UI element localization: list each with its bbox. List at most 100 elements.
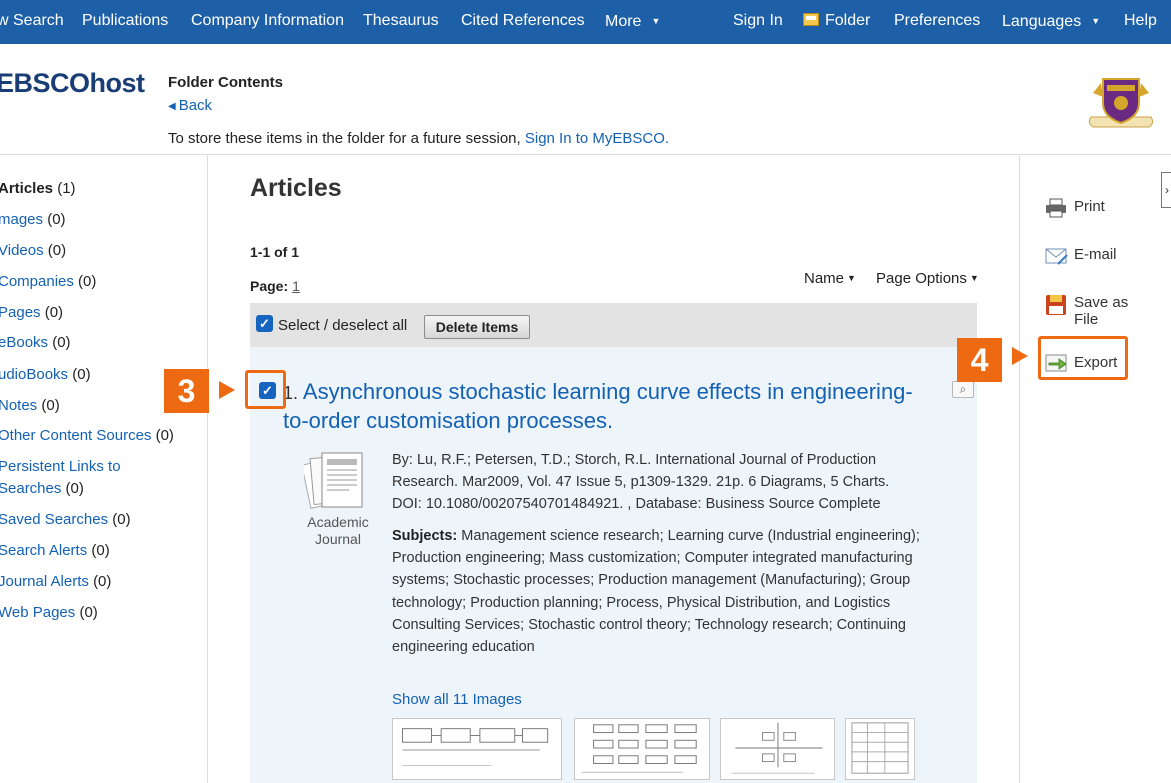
nav-folder-label: Folder [825,12,871,29]
sidebar-item-notes[interactable]: Notes (0) [0,395,60,417]
nav-more-label: More [605,13,642,30]
collapse-panel-icon[interactable]: › [1161,172,1171,208]
result-citation: By: Lu, R.F.; Petersen, T.D.; Storch, R.… [392,452,890,512]
sidebar-item-label: Pages [0,304,41,321]
result-subjects: Subjects: Management science research; L… [392,525,922,658]
section-heading: Articles [250,174,342,202]
sidebar-item-companies[interactable]: Companies (0) [0,271,96,293]
sidebar-item-label: udioBooks [0,366,69,383]
page-link[interactable]: 1 [292,278,300,294]
sidebar-item-web-pages[interactable]: Web Pages (0) [0,602,98,624]
nav-thesaurus[interactable]: Thesaurus [363,0,439,44]
top-navigation-bar: w Search Publications Company Informatio… [0,0,1171,44]
sidebar-item-label: eBooks [0,334,49,351]
subjects-text: Management science research; Learning cu… [392,528,920,656]
chevron-down-icon: ▼ [1091,16,1101,26]
sidebar-item-count: (0) [155,427,174,444]
nav-more[interactable]: More ▼ [605,0,660,44]
save-label-line1: Save as [1074,294,1129,311]
sidebar-divider [207,155,208,783]
image-thumbnail[interactable] [392,718,562,780]
sort-dropdown[interactable]: Name ▼ [804,270,856,287]
sidebar-item-count: (0) [44,304,64,321]
caret-down-icon: ▼ [969,273,979,283]
academic-journal-icon [304,452,363,509]
nav-company-information[interactable]: Company Information [191,0,344,44]
nav-languages[interactable]: Languages ▼ [1002,0,1100,44]
institution-crest-icon [1088,78,1154,128]
sidebar-item-label: Search Alerts [0,542,88,559]
nav-preferences[interactable]: Preferences [894,0,980,44]
sidebar-item-count: (1) [57,180,76,197]
sidebar-item-search-alerts[interactable]: Search Alerts (0) [0,540,110,562]
sidebar-item-count: (0) [41,397,60,414]
nav-help[interactable]: Help [1124,0,1157,44]
sidebar-item-label: Other Content Sources [0,427,152,444]
image-thumbnail[interactable] [574,718,710,780]
show-all-images-link[interactable]: Show all 11 Images [392,691,522,708]
print-tool[interactable]: Print [1045,198,1115,218]
nav-languages-label: Languages [1002,13,1082,30]
nav-new-search[interactable]: w Search [0,0,64,44]
sidebar-item-saved-searches[interactable]: Saved Searches (0) [0,509,131,531]
sidebar-item-ebooks[interactable]: eBooks (0) [0,332,71,354]
sidebar-item-count: (0) [72,366,91,383]
nav-sign-in[interactable]: Sign In [733,0,783,44]
image-thumbnail[interactable] [720,718,835,780]
tools-divider [1019,155,1020,783]
save-as-file-tool[interactable]: Save as File [1045,294,1135,330]
nav-folder[interactable]: Folder [803,0,870,44]
chevron-down-icon: ▼ [651,16,661,26]
step-4-badge: 4 [957,338,1002,382]
sidebar-item-label: mages [0,211,44,228]
preview-magnifier-icon[interactable]: ⌕ [952,381,974,398]
sidebar-item-label: Journal Alerts [0,573,89,590]
select-all-checkbox[interactable]: ✓ [256,315,273,332]
triangle-left-icon: ◀ [168,101,176,112]
page-options-dropdown[interactable]: Page Options ▼ [876,270,979,287]
sidebar-item-journal-alerts[interactable]: Journal Alerts (0) [0,571,111,593]
sidebar-item-videos[interactable]: Videos (0) [0,240,66,262]
email-tool[interactable]: E-mail [1045,246,1125,268]
select-all-label: Select / deselect all [278,317,408,334]
sidebar-item-label: Notes [0,397,38,414]
sidebar-item-label: Videos [0,242,44,259]
sidebar-item-persistent-links[interactable]: Persistent Links to [0,456,121,478]
store-note: To store these items in the folder for a… [168,130,669,147]
printer-icon [1046,198,1066,218]
sidebar-item-count: (0) [79,604,98,621]
step-4-arrow-icon [1012,347,1028,365]
header-divider [0,154,1171,155]
result-title-link[interactable]: Asynchronous stochastic learning curve e… [283,379,913,433]
step-4-highlight [1038,336,1128,380]
sort-label: Name [804,270,845,287]
subjects-label: Subjects: [392,528,458,544]
sidebar-item-articles[interactable]: Articles (1) [0,178,76,200]
email-icon [1045,248,1068,265]
sign-in-myebsco-link[interactable]: Sign In to MyEBSCO. [525,130,669,147]
step-3-badge: 3 [164,369,209,413]
nav-cited-references[interactable]: Cited References [461,0,585,44]
save-label-line2: File [1074,311,1099,328]
step-3-arrow-icon [219,381,235,399]
sidebar-item-count: (0) [65,480,84,497]
sidebar-item-other-content-sources[interactable]: Other Content Sources (0) [0,425,174,447]
ebscohost-logo[interactable]: EBSCOhost [0,68,145,99]
caret-down-icon: ▼ [847,273,856,283]
image-thumbnail[interactable] [845,718,915,780]
sidebar-item-label: Companies [0,273,74,290]
sidebar-item-images[interactable]: mages (0) [0,209,66,231]
nav-publications[interactable]: Publications [82,0,168,44]
email-label: E-mail [1074,246,1117,263]
page-title: Folder Contents [168,74,283,91]
back-link[interactable]: ◀ Back [168,97,212,114]
results-range: 1-1 of 1 [250,244,300,260]
sidebar-item-pages[interactable]: Pages (0) [0,302,63,324]
delete-items-button[interactable]: Delete Items [424,315,530,339]
sidebar-item-audiobooks[interactable]: udioBooks (0) [0,364,91,386]
sidebar-item-count: (0) [78,273,97,290]
sidebar-item-count: (0) [93,573,112,590]
sidebar-item-persistent-links-searches[interactable]: Searches (0) [0,478,84,500]
store-note-text: To store these items in the folder for a… [168,130,521,147]
pagination: Page: 1 [250,278,300,294]
